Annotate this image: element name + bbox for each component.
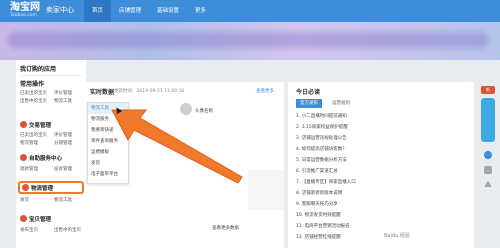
- baidu-watermark: Baidu 经验: [384, 233, 410, 239]
- annotation-arrow: [111, 109, 243, 184]
